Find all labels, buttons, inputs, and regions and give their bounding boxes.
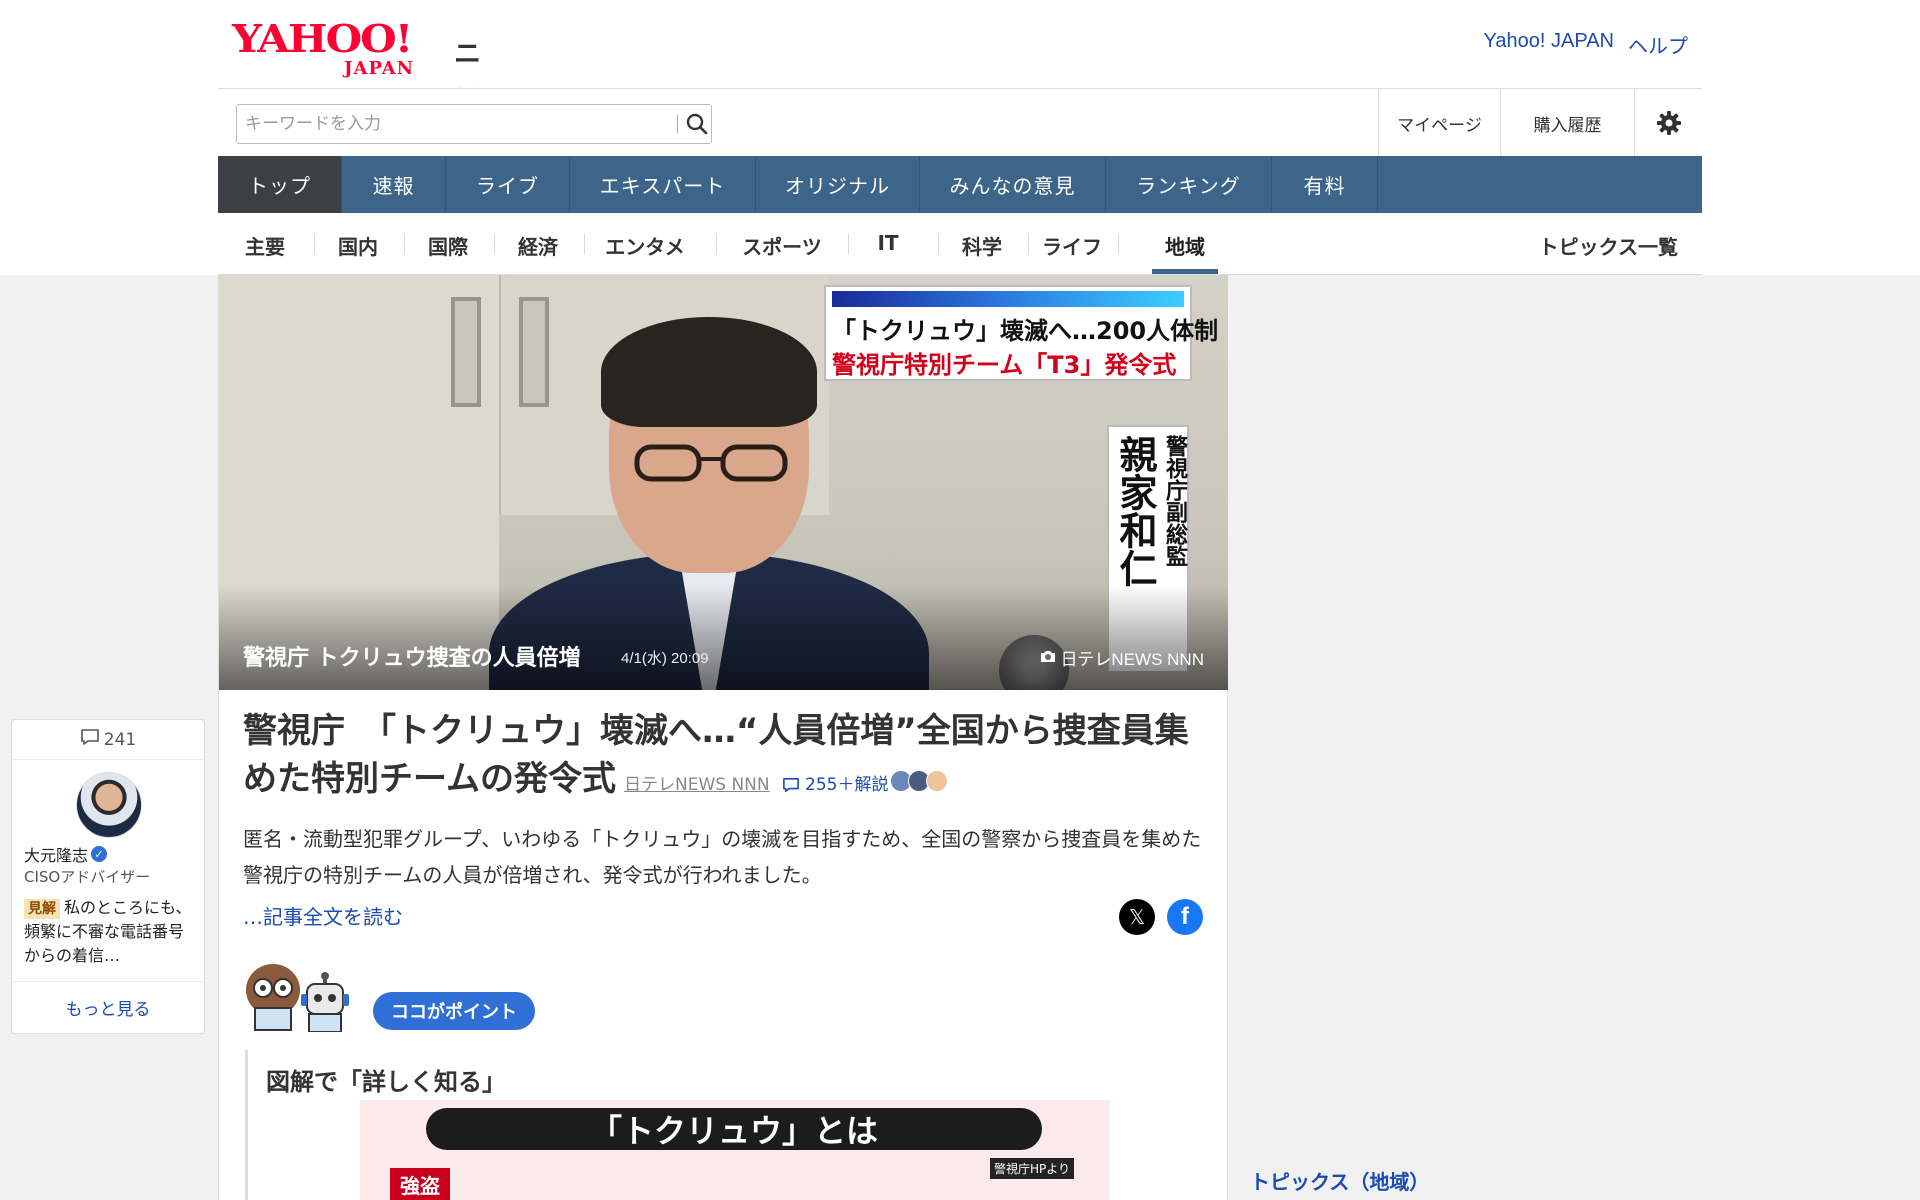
- diagram-heading: 図解で「詳しく知る」: [266, 1068, 506, 1096]
- category-domestic[interactable]: 国内: [316, 231, 400, 260]
- article-column: 「トクリュウ」壊滅へ…200人体制 警視庁特別チーム「T3」発令式 親家和仁 警…: [218, 275, 1228, 1200]
- diagram-section: 図解で「詳しく知る」 「トクリュウ」とは 警視庁HPより 強盗: [245, 1050, 1205, 1200]
- purchase-history-link[interactable]: 購入履歴: [1500, 89, 1634, 157]
- category-divider: [938, 234, 939, 254]
- category-divider: [716, 234, 717, 254]
- category-it[interactable]: IT: [850, 231, 926, 255]
- search-icon[interactable]: [683, 109, 711, 139]
- category-economy[interactable]: 経済: [496, 231, 580, 260]
- mypage-link[interactable]: マイページ: [1378, 89, 1500, 157]
- diagram-label: 強盗: [390, 1168, 450, 1200]
- category-divider: [494, 234, 495, 254]
- article-comments-count: 255＋解説: [805, 775, 889, 795]
- comment-widget: 241 大元隆志 ✓ CISOアドバイザー 見解 私のところにも、頻繁に不審な電話…: [11, 719, 205, 1034]
- hero-date: 4/1(水) 20:09: [621, 650, 709, 667]
- verified-icon: ✓: [91, 846, 108, 862]
- nav-expert[interactable]: エキスパート: [570, 156, 756, 213]
- hero-image[interactable]: 「トクリュウ」壊滅へ…200人体制 警視庁特別チーム「T3」発令式 親家和仁 警…: [219, 275, 1228, 690]
- gear-icon[interactable]: [1634, 89, 1702, 157]
- nav-ranking[interactable]: ランキング: [1106, 156, 1272, 213]
- expert-title: CISOアドバイザー: [24, 868, 151, 886]
- hero-gradient: [219, 585, 1228, 690]
- category-divider: [1118, 234, 1119, 254]
- category-navigation: 主要 国内 国際 経済 エンタメ スポーツ IT 科学 ライフ 地域 トピックス…: [218, 213, 1702, 275]
- search-box: [236, 104, 712, 144]
- hero-door-handle: [451, 297, 481, 407]
- commenter-avatars: [890, 769, 949, 792]
- expert-comment[interactable]: 見解 私のところにも、頻繁に不審な電話番号からの着信…: [24, 896, 196, 968]
- yahoo-japan-link[interactable]: Yahoo! JAPAN: [1484, 30, 1614, 59]
- article-source-link[interactable]: 日テレNEWS NNN: [624, 775, 770, 795]
- hero-person-role: 警視庁副総監: [1162, 435, 1187, 567]
- diagram-image[interactable]: 「トクリュウ」とは 警視庁HPより 強盗: [360, 1100, 1110, 1200]
- nav-original[interactable]: オリジナル: [756, 156, 920, 213]
- site-header: YAHOO! JAPAN ニュース Yahoo! JAPAN ヘルプ: [218, 0, 1702, 187]
- glasses-icon: [634, 444, 788, 482]
- logo-yahoo-text: YAHOO!: [232, 15, 413, 62]
- search-input[interactable]: [237, 105, 657, 143]
- hero-source-text: 日テレNEWS NNN: [1060, 650, 1204, 669]
- yahoo-news-logo[interactable]: YAHOO! JAPAN ニュース: [232, 14, 481, 187]
- article-headline[interactable]: 警視庁 「トクリュウ」壊滅へ…“人員倍増”全国から捜査員集めた特別チームの発令式…: [243, 707, 1203, 809]
- category-life[interactable]: ライフ: [1030, 231, 1114, 260]
- category-divider: [848, 234, 849, 254]
- nav-top[interactable]: トップ: [218, 156, 342, 213]
- category-divider: [404, 234, 405, 254]
- category-entertainment[interactable]: エンタメ: [586, 231, 704, 260]
- category-science[interactable]: 科学: [940, 231, 1024, 260]
- nav-live[interactable]: ライブ: [446, 156, 570, 213]
- nav-breaking[interactable]: 速報: [342, 156, 446, 213]
- header-links: Yahoo! JAPAN ヘルプ: [1484, 30, 1688, 59]
- active-category-indicator: [1152, 269, 1218, 274]
- opinion-badge: 見解: [24, 899, 60, 919]
- hero-person-hair: [601, 317, 817, 427]
- hero-source: 日テレNEWS NNN: [1040, 645, 1204, 670]
- hero-caption-stripe: [832, 291, 1184, 307]
- nav-paid[interactable]: 有料: [1272, 156, 1378, 213]
- facebook-share-icon[interactable]: f: [1167, 899, 1203, 935]
- article-comments-link[interactable]: 255＋解説: [782, 775, 889, 795]
- expert-name[interactable]: 大元隆志 ✓: [24, 842, 108, 866]
- hero-caption-line2: 警視庁特別チーム「T3」発令式: [832, 351, 1177, 379]
- search-separator: [677, 115, 678, 133]
- key-point-area: ココがポイント: [243, 960, 1203, 1040]
- expert-name-text: 大元隆志: [24, 846, 89, 865]
- search-bar-row: マイページ 購入履歴: [218, 88, 1702, 157]
- see-more-link[interactable]: もっと見る: [12, 981, 204, 1033]
- category-main[interactable]: 主要: [218, 231, 312, 260]
- read-full-article-link[interactable]: …記事全文を読む: [243, 901, 403, 930]
- category-divider: [314, 234, 315, 254]
- hero-tv-caption: 「トクリュウ」壊滅へ…200人体制 警視庁特別チーム「T3」発令式: [824, 285, 1218, 381]
- article-summary: 匿名・流動型犯罪グループ、いわゆる「トクリュウ」の壊滅を目指すため、全国の警察か…: [243, 827, 1202, 887]
- category-divider: [584, 234, 585, 254]
- main-navigation: トップ 速報 ライブ エキスパート オリジナル みんなの意見 ランキング 有料: [218, 156, 1702, 213]
- mascot-owl-icon: [246, 964, 300, 1031]
- diagram-title: 「トクリュウ」とは: [426, 1108, 1042, 1150]
- x-share-icon[interactable]: 𝕏: [1119, 899, 1155, 935]
- category-region[interactable]: 地域: [1152, 231, 1218, 260]
- key-point-badge[interactable]: ココがポイント: [373, 992, 535, 1030]
- diagram-source: 警視庁HPより: [989, 1158, 1074, 1179]
- topics-list-link[interactable]: トピックス一覧: [1539, 231, 1678, 260]
- category-divider: [1028, 234, 1029, 254]
- comment-count[interactable]: 241: [12, 720, 204, 760]
- comment-icon: [782, 777, 799, 793]
- help-link[interactable]: ヘルプ: [1628, 30, 1688, 59]
- mascot-robot-icon: [301, 972, 349, 1032]
- camera-icon: [1040, 648, 1056, 668]
- avatar: [926, 769, 949, 792]
- category-international[interactable]: 国際: [406, 231, 490, 260]
- nav-opinions[interactable]: みんなの意見: [920, 156, 1106, 213]
- comment-icon: [80, 728, 100, 751]
- logo-japan-text: JAPAN: [344, 58, 415, 79]
- hero-title: 警視庁 トクリュウ捜査の人員倍増: [243, 646, 581, 671]
- comment-count-value: 241: [103, 729, 137, 750]
- hero-caption-line1: 「トクリュウ」壊滅へ…200人体制: [832, 317, 1219, 345]
- regional-topics-heading[interactable]: トピックス（地域）: [1250, 1166, 1429, 1195]
- category-sports[interactable]: スポーツ: [718, 231, 846, 260]
- hero-person-name: 親家和仁: [1113, 435, 1157, 587]
- avatar[interactable]: [76, 772, 142, 838]
